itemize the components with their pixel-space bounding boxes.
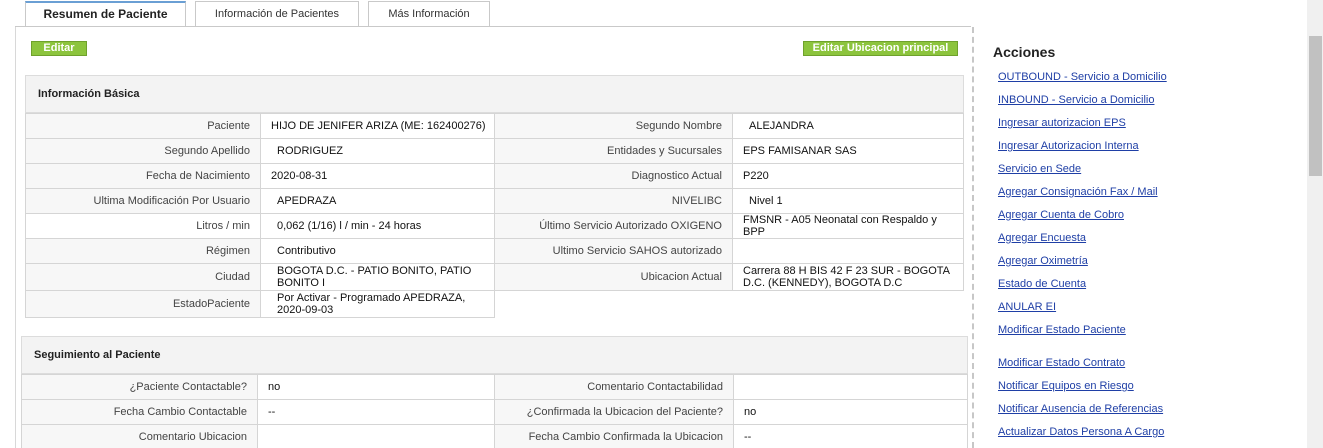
table-row: Litros / min 0,062 (1/16) l / min - 24 h… [25,213,495,239]
table-row: Ultimo Servicio SAHOS autorizado [494,238,964,264]
table-row: Régimen Contributivo [25,238,495,264]
table-row: EstadoPaciente Por Activar - Programado … [25,290,495,318]
link-notificar-ausencia-referencias[interactable]: Notificar Ausencia de Referencias [998,403,1163,415]
field-label: Fecha de Nacimiento [25,163,261,189]
field-value: no [257,374,495,400]
table-row: Último Servicio Autorizado OXIGENO FMSNR… [494,213,964,239]
basic-info-title: Información Básica [38,88,140,100]
field-value: RODRIGUEZ [260,138,495,164]
field-value [733,374,968,400]
field-label: Entidades y Sucursales [494,138,733,164]
field-value [732,238,964,264]
basic-info-header [25,75,964,113]
content-border [15,27,16,448]
basic-info-left-table: Paciente HIJO DE JENIFER ARIZA (ME: 1624… [25,113,495,318]
field-label: Ubicacion Actual [494,263,733,291]
field-value: APEDRAZA [260,188,495,214]
field-value: -- [733,424,968,448]
field-label: Ultima Modificación Por Usuario [25,188,261,214]
field-value: Carrera 88 H BIS 42 F 23 SUR - BOGOTA D.… [732,263,964,291]
acciones-title: Acciones [993,44,1056,60]
seguimiento-table: ¿Paciente Contactable? no Comentario Con… [21,374,968,448]
link-ingresar-autorizacion-eps[interactable]: Ingresar autorizacion EPS [998,117,1126,129]
link-modificar-estado-contrato[interactable]: Modificar Estado Contrato [998,357,1125,369]
table-row: Ubicacion Actual Carrera 88 H BIS 42 F 2… [494,263,964,291]
section-separator [972,27,974,448]
field-label: EstadoPaciente [25,290,261,318]
tab-informacion-pacientes[interactable]: Información de Pacientes [195,1,359,27]
field-value [257,424,495,448]
field-label: Segundo Apellido [25,138,261,164]
link-agregar-oximetria[interactable]: Agregar Oximetría [998,255,1088,267]
field-value: EPS FAMISANAR SAS [732,138,964,164]
field-value: P220 [732,163,964,189]
tab-resumen-paciente[interactable]: Resumen de Paciente [25,1,186,27]
link-ingresar-autorizacion-interna[interactable]: Ingresar Autorizacion Interna [998,140,1139,152]
tab-mas-informacion[interactable]: Más Información [368,1,490,27]
seguimiento-title: Seguimiento al Paciente [34,349,161,361]
field-label: Comentario Ubicacion [21,424,258,448]
table-row: Ciudad BOGOTA D.C. - PATIO BONITO, PATIO… [25,263,495,291]
link-actualizar-datos-persona[interactable]: Actualizar Datos Persona A Cargo [998,426,1164,438]
table-row: Fecha Cambio Contactable -- ¿Confirmada … [21,399,968,425]
editar-ubicacion-button[interactable]: Editar Ubicacion principal [803,41,958,56]
field-label: Comentario Contactabilidad [494,374,734,400]
field-label: Diagnostico Actual [494,163,733,189]
link-anular-ei[interactable]: ANULAR EI [998,301,1056,313]
table-row: ¿Paciente Contactable? no Comentario Con… [21,374,968,400]
field-label: Ciudad [25,263,261,291]
table-row: Diagnostico Actual P220 [494,163,964,189]
table-row: Comentario Ubicacion Fecha Cambio Confir… [21,424,968,448]
link-notificar-equipos-riesgo[interactable]: Notificar Equipos en Riesgo [998,380,1134,392]
basic-info-right-table: Segundo Nombre ALEJANDRA Entidades y Suc… [494,113,964,291]
link-agregar-consignacion[interactable]: Agregar Consignación Fax / Mail [998,186,1158,198]
field-label: Paciente [25,113,261,139]
field-value: FMSNR - A05 Neonatal con Respaldo y BPP [732,213,964,239]
field-label: NIVELIBC [494,188,733,214]
field-value: -- [257,399,495,425]
table-row: Paciente HIJO DE JENIFER ARIZA (ME: 1624… [25,113,495,139]
link-inbound-servicio-domicilio[interactable]: INBOUND - Servicio a Domicilio [998,94,1154,106]
table-row: Entidades y Sucursales EPS FAMISANAR SAS [494,138,964,164]
link-servicio-en-sede[interactable]: Servicio en Sede [998,163,1081,175]
field-value: ALEJANDRA [732,113,964,139]
field-value: 0,062 (1/16) l / min - 24 horas [260,213,495,239]
link-estado-de-cuenta[interactable]: Estado de Cuenta [998,278,1086,290]
field-value: no [733,399,968,425]
field-value: 2020-08-31 [260,163,495,189]
field-label: Ultimo Servicio SAHOS autorizado [494,238,733,264]
table-row: Segundo Apellido RODRIGUEZ [25,138,495,164]
seguimiento-header [21,336,968,374]
link-agregar-encuesta[interactable]: Agregar Encuesta [998,232,1086,244]
link-agregar-cuenta-cobro[interactable]: Agregar Cuenta de Cobro [998,209,1124,221]
table-row: Fecha de Nacimiento 2020-08-31 [25,163,495,189]
table-row: Ultima Modificación Por Usuario APEDRAZA [25,188,495,214]
field-label: Segundo Nombre [494,113,733,139]
field-label: Último Servicio Autorizado OXIGENO [494,213,733,239]
field-label: ¿Confirmada la Ubicacion del Paciente? [494,399,734,425]
field-value: Contributivo [260,238,495,264]
field-value: Por Activar - Programado APEDRAZA, 2020-… [260,290,495,318]
link-outbound-servicio-domicilio[interactable]: OUTBOUND - Servicio a Domicilio [998,71,1167,83]
field-label: Fecha Cambio Confirmada la Ubicacion [494,424,734,448]
field-label: Litros / min [25,213,261,239]
field-label: ¿Paciente Contactable? [21,374,258,400]
editar-button[interactable]: Editar [31,41,87,56]
field-label: Régimen [25,238,261,264]
scrollbar-thumb[interactable] [1309,36,1322,176]
field-value: Nivel 1 [732,188,964,214]
tab-divider [15,26,971,27]
field-value: BOGOTA D.C. - PATIO BONITO, PATIO BONITO… [260,263,495,291]
link-modificar-estado-paciente[interactable]: Modificar Estado Paciente [998,324,1126,336]
field-value: HIJO DE JENIFER ARIZA (ME: 162400276) [260,113,495,139]
table-row: Segundo Nombre ALEJANDRA [494,113,964,139]
field-label: Fecha Cambio Contactable [21,399,258,425]
table-row: NIVELIBC Nivel 1 [494,188,964,214]
